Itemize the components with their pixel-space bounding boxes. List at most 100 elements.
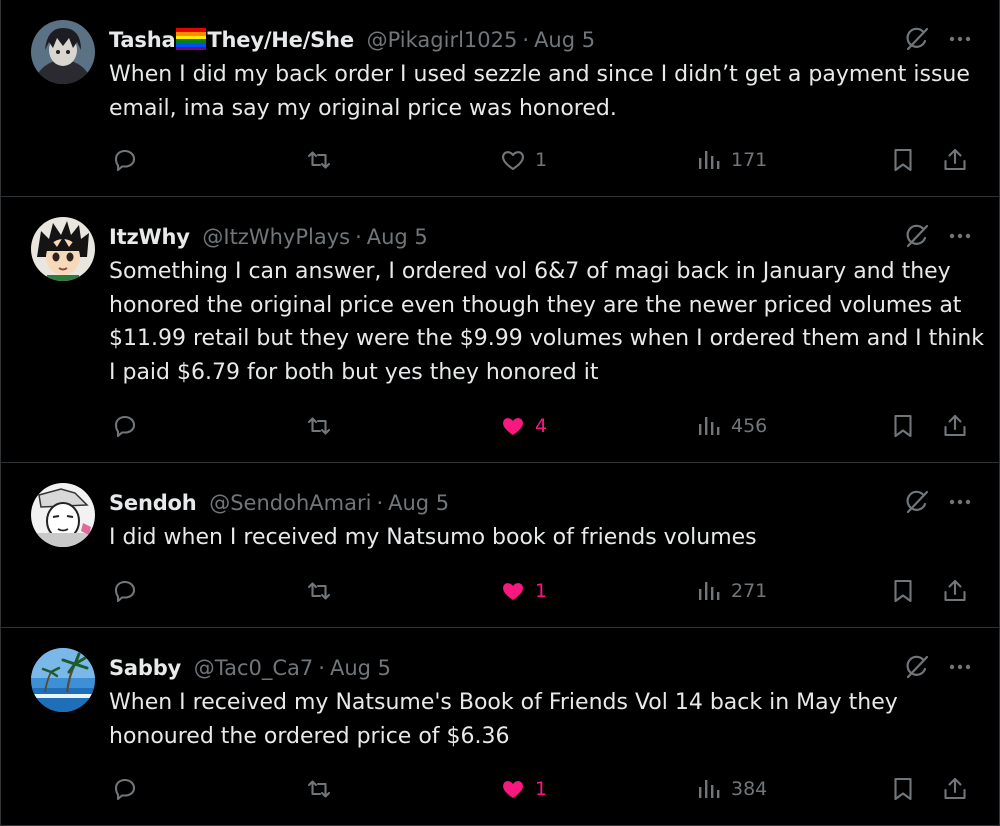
like-button[interactable]: 1 [499, 773, 547, 805]
more-icon[interactable] [947, 654, 973, 680]
user-handle[interactable]: @SendohAmari [209, 491, 371, 515]
more-icon[interactable] [947, 489, 973, 515]
tweet-text-line: honoured the ordered price of $6.36 [109, 723, 510, 749]
heart-icon [503, 583, 523, 600]
retweet-button[interactable] [305, 410, 333, 442]
like-button[interactable]: 4 [499, 410, 547, 442]
tweet-text-line: When I did my back order I used sezzle a… [109, 62, 970, 87]
share-button[interactable] [941, 410, 969, 442]
tweet-actions: 1 171 [109, 144, 973, 176]
tweet-header: Tasha They/He/She @Pikagirl1025 · Aug 5 [109, 24, 595, 56]
bookmark-button[interactable] [889, 575, 917, 607]
more-icon[interactable] [947, 223, 973, 249]
user-handle[interactable]: @Tac0_Ca7 [194, 656, 314, 680]
tweet-date[interactable]: Aug 5 [388, 491, 449, 515]
like-count: 1 [535, 778, 548, 800]
tweet-text-line: honored the original price even though t… [109, 292, 962, 318]
retweet-button[interactable] [305, 575, 333, 607]
reply-button[interactable] [111, 144, 139, 176]
views-icon [699, 582, 720, 600]
display-name-suffix[interactable]: They/He/She [207, 28, 354, 52]
views-count: 384 [731, 778, 768, 800]
share-icon [944, 414, 966, 437]
retweet-icon [307, 780, 331, 798]
tweet-top-actions [903, 219, 973, 253]
reply-icon [114, 415, 136, 438]
reply-icon [114, 580, 136, 603]
tweet-text-line: $11.99 retail but they were the $9.99 vo… [109, 326, 985, 351]
grok-icon[interactable] [903, 25, 931, 53]
bookmark-icon [894, 777, 912, 801]
tweet-text-line: I did when I received my Natsumo book of… [109, 525, 757, 550]
tweet-date[interactable]: Aug 5 [330, 656, 391, 680]
bookmark-icon [894, 579, 912, 603]
share-button[interactable] [941, 144, 969, 176]
display-name[interactable]: ItzWhy [109, 225, 190, 249]
views-button[interactable]: 456 [695, 410, 767, 442]
tweet-text-line: email, ima say my original price was hon… [109, 95, 617, 121]
reply-icon [114, 149, 136, 172]
share-icon [944, 777, 966, 800]
views-icon [699, 417, 720, 435]
tweet[interactable]: Sabby @Tac0_Ca7 · Aug 5 When I received my… [1, 628, 1000, 826]
tweet[interactable]: Sendoh @SendohAmari · Aug 5 I did when I r… [1, 463, 1000, 628]
bookmark-icon [894, 148, 912, 172]
tweet-top-actions [903, 22, 973, 56]
display-name[interactable]: Tasha [109, 28, 176, 52]
bookmark-icon [894, 414, 912, 438]
views-count: 171 [731, 149, 768, 171]
tweet-actions: 1 271 [109, 575, 973, 607]
avatar[interactable] [31, 20, 95, 84]
grok-icon[interactable] [903, 653, 931, 681]
like-button[interactable]: 1 [499, 575, 547, 607]
avatar[interactable] [31, 648, 95, 712]
bookmark-button[interactable] [889, 144, 917, 176]
user-handle[interactable]: @ItzWhyPlays [202, 225, 350, 249]
avatar[interactable] [31, 483, 95, 547]
retweet-icon [307, 151, 331, 169]
separator-dot: · [522, 28, 530, 52]
reply-button[interactable] [111, 575, 139, 607]
reply-button[interactable] [111, 410, 139, 442]
retweet-icon [307, 417, 331, 435]
like-button[interactable]: 1 [499, 144, 547, 176]
share-button[interactable] [941, 773, 969, 805]
tweet-text-line: I paid $6.79 for both but yes they honor… [109, 359, 599, 385]
tweet-top-actions [903, 650, 973, 684]
separator-dot: · [355, 225, 362, 249]
heart-icon [503, 418, 523, 435]
tweet-text-line: Something I can answer, I ordered vol 6&… [109, 259, 951, 284]
like-count: 1 [535, 580, 548, 602]
bookmark-button[interactable] [889, 410, 917, 442]
views-button[interactable]: 384 [695, 773, 767, 805]
tweet-text: Something I can answer, I ordered vol 6&… [109, 255, 985, 389]
retweet-button[interactable] [305, 144, 333, 176]
tweet-text: When I received my Natsume's Book of Fri… [109, 686, 977, 753]
views-button[interactable]: 171 [695, 144, 767, 176]
more-icon[interactable] [947, 26, 973, 52]
reply-icon [114, 778, 136, 801]
retweet-button[interactable] [305, 773, 333, 805]
grok-icon[interactable] [903, 222, 931, 250]
display-name[interactable]: Sendoh [109, 491, 197, 515]
avatar[interactable] [31, 217, 95, 281]
tweet-text: When I did my back order I used sezzle a… [109, 58, 977, 125]
tweet-date[interactable]: Aug 5 [534, 28, 595, 52]
views-button[interactable]: 271 [695, 575, 767, 607]
tweet[interactable]: Tasha They/He/She @Pikagirl1025 · Aug 5 Wh… [1, 0, 1000, 197]
tweet[interactable]: ItzWhy @ItzWhyPlays · Aug 5 Something I ca… [1, 197, 1000, 463]
reply-button[interactable] [111, 773, 139, 805]
bookmark-button[interactable] [889, 773, 917, 805]
display-name[interactable]: Sabby [109, 656, 181, 680]
grok-icon[interactable] [903, 488, 931, 516]
user-handle[interactable]: @Pikagirl1025 [367, 28, 518, 52]
share-button[interactable] [941, 575, 969, 607]
tweet-header: Sendoh @SendohAmari · Aug 5 [109, 487, 449, 519]
timeline: Tasha They/He/She @Pikagirl1025 · Aug 5 Wh… [0, 0, 1000, 826]
rainbow-flag-icon [176, 28, 207, 50]
heart-icon [503, 781, 523, 798]
heart-icon [502, 151, 524, 171]
views-icon [699, 151, 720, 169]
tweet-date[interactable]: Aug 5 [367, 225, 428, 249]
like-count: 1 [535, 149, 548, 171]
